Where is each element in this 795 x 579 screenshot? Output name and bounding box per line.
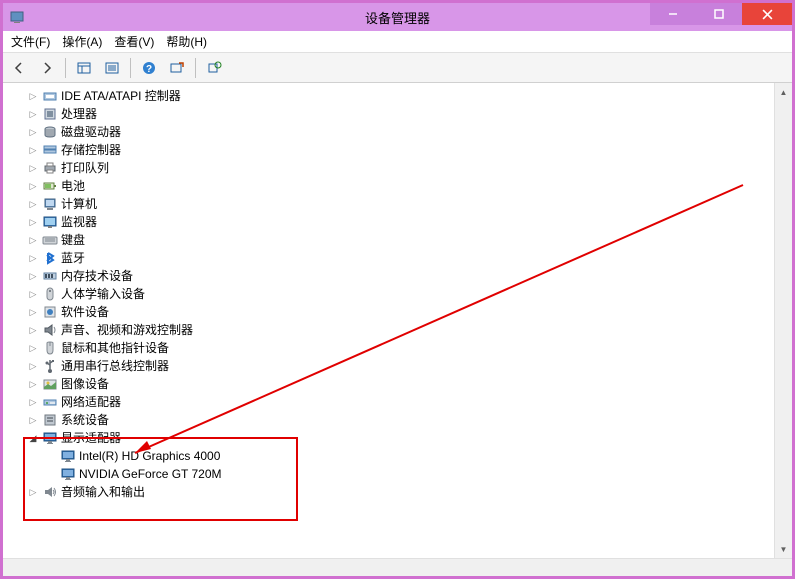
tree-label: 监视器 — [61, 213, 97, 231]
close-button[interactable] — [742, 3, 792, 25]
tree-label: 处理器 — [61, 105, 97, 123]
tree-item[interactable]: ▷ 存储控制器 — [9, 141, 774, 159]
expand-arrow-icon[interactable]: ▷ — [27, 393, 39, 411]
expand-arrow-icon[interactable]: ▷ — [27, 483, 39, 501]
menubar: 文件(F) 操作(A) 查看(V) 帮助(H) — [3, 31, 792, 53]
tree-label: Intel(R) HD Graphics 4000 — [79, 447, 220, 465]
scroll-down-button[interactable]: ▼ — [775, 540, 792, 558]
tree-label: 蓝牙 — [61, 249, 85, 267]
tree-label: 图像设备 — [61, 375, 109, 393]
tree-item[interactable]: ▷ 软件设备 — [9, 303, 774, 321]
expand-arrow-icon[interactable]: ▷ — [27, 213, 39, 231]
vertical-scrollbar[interactable]: ▲ ▼ — [774, 83, 792, 558]
tree-item[interactable]: ▷ 打印队列 — [9, 159, 774, 177]
tree-label: 电池 — [61, 177, 85, 195]
separator — [195, 58, 196, 78]
tree-label: 鼠标和其他指针设备 — [61, 339, 169, 357]
tree-item[interactable]: ▷ 通用串行总线控制器 — [9, 357, 774, 375]
tree-item[interactable]: ▷ 图像设备 — [9, 375, 774, 393]
tree-item[interactable]: ◢ 显示适配器 — [9, 429, 774, 447]
expand-arrow-icon[interactable]: ▷ — [27, 87, 39, 105]
tree-label: 显示适配器 — [61, 429, 121, 447]
separator — [130, 58, 131, 78]
tree-label: 软件设备 — [61, 303, 109, 321]
titlebar: 设备管理器 — [3, 3, 792, 31]
tree-item[interactable]: ▷ 键盘 — [9, 231, 774, 249]
expand-arrow-icon[interactable]: ▷ — [27, 321, 39, 339]
expand-arrow-icon[interactable]: ▷ — [27, 267, 39, 285]
tree-label: 系统设备 — [61, 411, 109, 429]
tree-item[interactable]: ▷ 音频输入和输出 — [9, 483, 774, 501]
tree-item[interactable]: ▷ 计算机 — [9, 195, 774, 213]
tree-label: 磁盘驱动器 — [61, 123, 121, 141]
tree-label: 通用串行总线控制器 — [61, 357, 169, 375]
forward-button[interactable] — [35, 56, 59, 80]
tree-item[interactable]: ▷ 内存技术设备 — [9, 267, 774, 285]
expand-arrow-icon[interactable]: ▷ — [27, 357, 39, 375]
tree-label: IDE ATA/ATAPI 控制器 — [61, 87, 181, 105]
tree-label: 内存技术设备 — [61, 267, 133, 285]
expand-arrow-icon[interactable]: ▷ — [27, 339, 39, 357]
tree-item[interactable]: ▷ 声音、视频和游戏控制器 — [9, 321, 774, 339]
tree-item[interactable]: ▷ 监视器 — [9, 213, 774, 231]
tree-label: NVIDIA GeForce GT 720M — [79, 465, 222, 483]
expand-arrow-icon[interactable]: ▷ — [27, 177, 39, 195]
scan-button[interactable] — [165, 56, 189, 80]
window-controls — [650, 3, 792, 25]
device-manager-window: 设备管理器 文件(F) 操作(A) 查看(V) 帮助(H) ? ▷ IDE ATA… — [0, 0, 795, 579]
expand-arrow-icon[interactable]: ▷ — [27, 105, 39, 123]
tree-label: 键盘 — [61, 231, 85, 249]
tree-item[interactable]: ▷ 系统设备 — [9, 411, 774, 429]
view-mode-button[interactable] — [72, 56, 96, 80]
scroll-up-button[interactable]: ▲ — [775, 83, 792, 101]
back-button[interactable] — [7, 56, 31, 80]
separator — [65, 58, 66, 78]
expand-arrow-icon[interactable]: ▷ — [27, 375, 39, 393]
tree-item[interactable]: ▷ 蓝牙 — [9, 249, 774, 267]
tree-item[interactable]: ▷ 网络适配器 — [9, 393, 774, 411]
tree-item[interactable]: ▷ 鼠标和其他指针设备 — [9, 339, 774, 357]
collapse-arrow-icon[interactable]: ◢ — [27, 429, 39, 447]
tree-label: 音频输入和输出 — [61, 483, 145, 501]
svg-text:?: ? — [146, 64, 152, 75]
tree-item[interactable]: ▷ 处理器 — [9, 105, 774, 123]
details-button[interactable] — [100, 56, 124, 80]
maximize-button[interactable] — [696, 3, 742, 25]
tree-label: 计算机 — [61, 195, 97, 213]
tree-item[interactable]: ▷ 磁盘驱动器 — [9, 123, 774, 141]
tree-item[interactable]: ▷ 电池 — [9, 177, 774, 195]
content-area: ▷IDE ATA/ATAPI 控制器▷处理器▷磁盘驱动器▷存储控制器▷打印队列▷… — [3, 83, 792, 558]
menu-file[interactable]: 文件(F) — [11, 33, 50, 50]
minimize-button[interactable] — [650, 3, 696, 25]
tree-child-item[interactable]: Intel(R) HD Graphics 4000 — [9, 447, 774, 465]
expand-arrow-icon[interactable]: ▷ — [27, 159, 39, 177]
tree-label: 网络适配器 — [61, 393, 121, 411]
expand-arrow-icon[interactable]: ▷ — [27, 249, 39, 267]
horizontal-scrollbar[interactable] — [3, 558, 792, 576]
tree-label: 人体学输入设备 — [61, 285, 145, 303]
expand-arrow-icon[interactable]: ▷ — [27, 195, 39, 213]
expand-arrow-icon[interactable]: ▷ — [27, 231, 39, 249]
expand-arrow-icon[interactable]: ▷ — [27, 123, 39, 141]
tree-item[interactable]: ▷ IDE ATA/ATAPI 控制器 — [9, 87, 774, 105]
expand-arrow-icon[interactable]: ▷ — [27, 285, 39, 303]
tree-child-item[interactable]: NVIDIA GeForce GT 720M — [9, 465, 774, 483]
device-tree[interactable]: ▷IDE ATA/ATAPI 控制器▷处理器▷磁盘驱动器▷存储控制器▷打印队列▷… — [3, 83, 774, 558]
expand-arrow-icon[interactable]: ▷ — [27, 141, 39, 159]
tree-item[interactable]: ▷ 人体学输入设备 — [9, 285, 774, 303]
expand-arrow-icon[interactable]: ▷ — [27, 303, 39, 321]
help-button[interactable]: ? — [137, 56, 161, 80]
expand-arrow-icon[interactable]: ▷ — [27, 411, 39, 429]
menu-action[interactable]: 操作(A) — [62, 33, 102, 50]
tree-label: 存储控制器 — [61, 141, 121, 159]
refresh-button[interactable] — [202, 56, 226, 80]
tree-label: 声音、视频和游戏控制器 — [61, 321, 193, 339]
menu-help[interactable]: 帮助(H) — [166, 33, 207, 50]
menu-view[interactable]: 查看(V) — [114, 33, 154, 50]
tree-label: 打印队列 — [61, 159, 109, 177]
toolbar: ? — [3, 53, 792, 83]
